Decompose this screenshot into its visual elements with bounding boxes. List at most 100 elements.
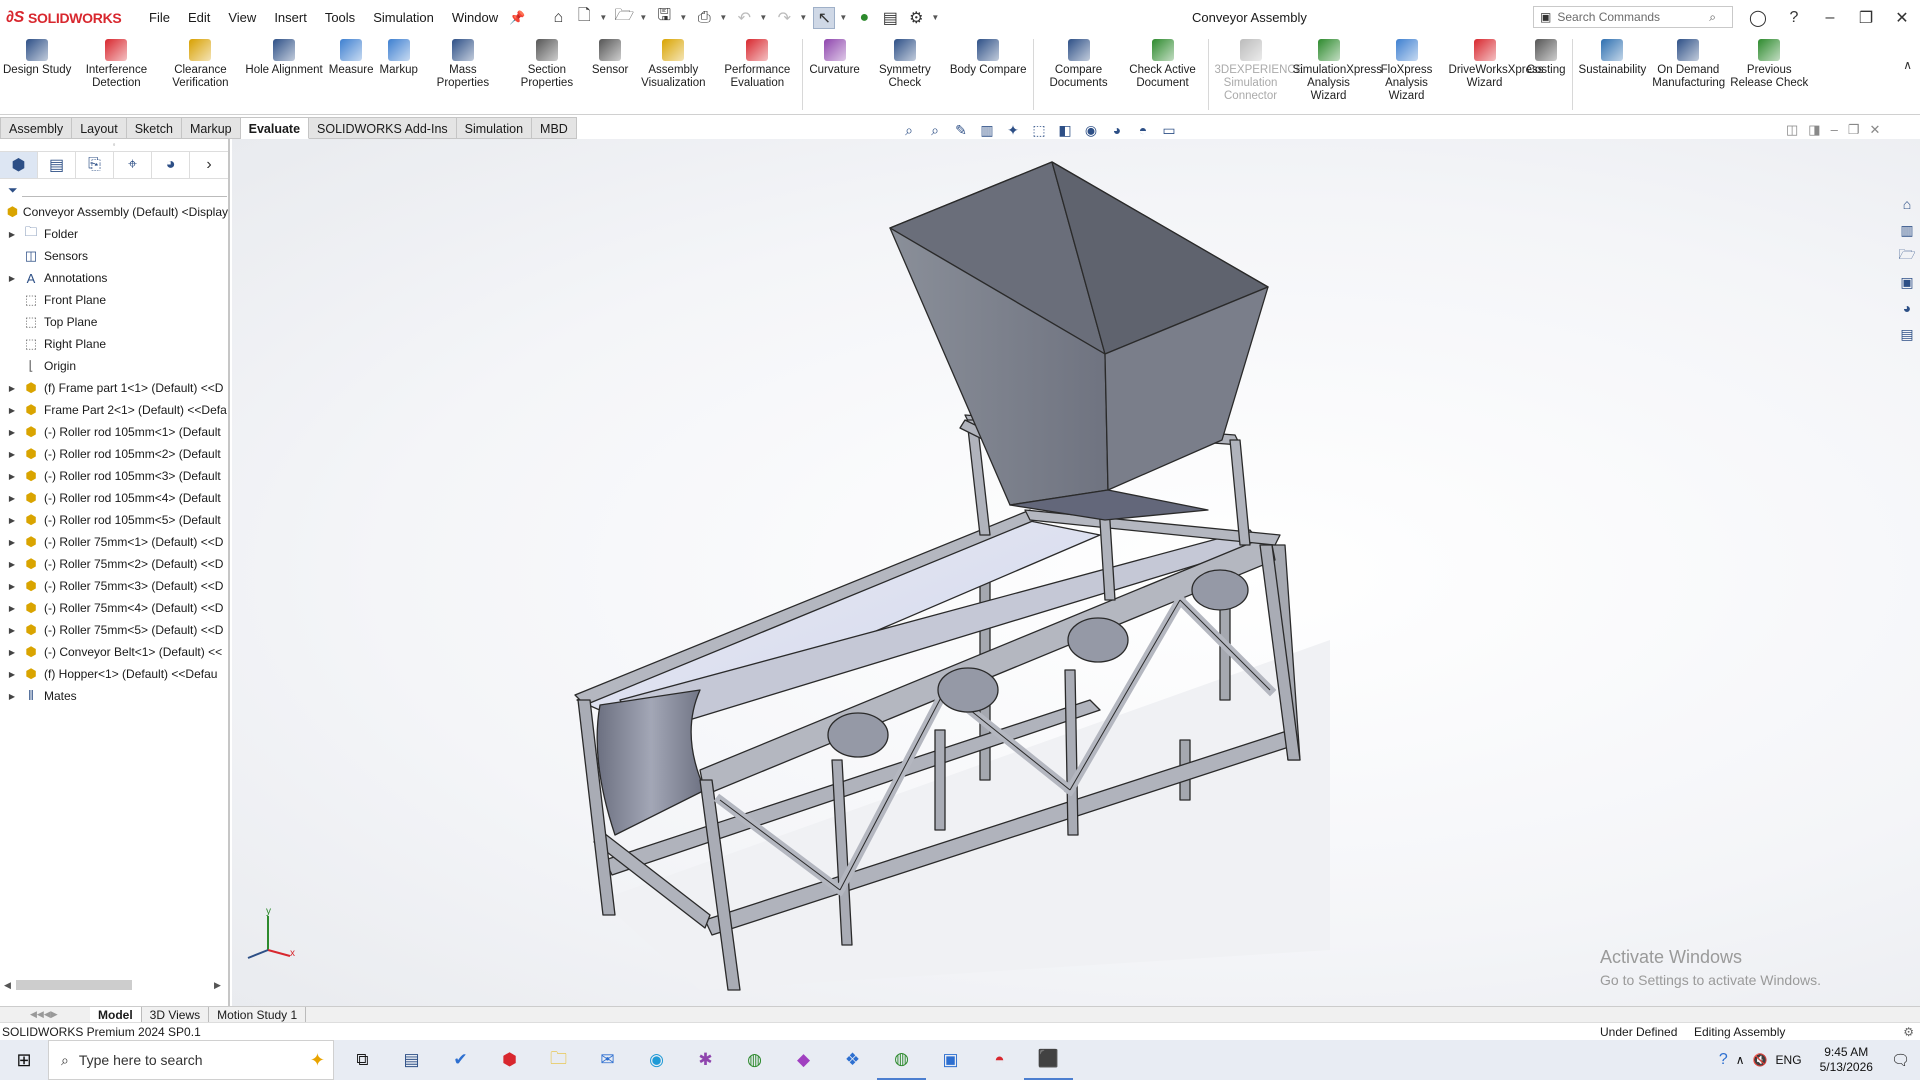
markup-button[interactable]: Markup xyxy=(377,35,421,114)
expand-arrow-icon[interactable]: ▶ xyxy=(6,428,18,437)
chrome-icon[interactable]: ◍ xyxy=(730,1040,779,1080)
hide-show-items-icon[interactable]: ◉ xyxy=(1080,120,1102,140)
restore-icon[interactable]: ❐ xyxy=(1848,8,1884,28)
outlook-icon[interactable]: ✉ xyxy=(583,1040,632,1080)
search-icon[interactable]: ⌕ xyxy=(1709,10,1716,25)
expand-arrow-icon[interactable]: ▶ xyxy=(6,516,18,525)
panel-grip[interactable]: ◦ xyxy=(0,139,228,151)
windows-start-icon[interactable]: ⊞ xyxy=(0,1040,48,1080)
expand-arrow-icon[interactable]: ▶ xyxy=(6,582,18,591)
select-cursor-icon[interactable]: ↖ xyxy=(813,6,836,29)
viewport-tile-icon[interactable]: ◫ xyxy=(1786,122,1798,138)
tab-evaluate[interactable]: Evaluate xyxy=(240,117,310,139)
tab-scroll-arrows[interactable]: ◀◀◀▶ xyxy=(0,1009,90,1020)
on-demand-manufacturing-button[interactable]: On Demand Manufacturing xyxy=(1649,35,1727,114)
options-gear-icon[interactable]: ⚙ xyxy=(905,7,927,29)
tab-markup[interactable]: Markup xyxy=(181,117,241,139)
bottom-tab-3d-views[interactable]: 3D Views xyxy=(142,1006,210,1023)
solidworks-resources-icon[interactable]: ⌂ xyxy=(1896,194,1918,214)
app-icon[interactable]: ◓ xyxy=(975,1040,1024,1080)
search-input[interactable]: Search Commands xyxy=(1557,10,1660,24)
user-icon[interactable]: ◯ xyxy=(1740,8,1776,28)
tree-item-sensors[interactable]: ◫ Sensors xyxy=(0,245,228,267)
appearances-icon[interactable]: ◕ xyxy=(1896,298,1918,318)
tree-item-origin[interactable]: ⌊ Origin xyxy=(0,355,228,377)
expand-arrow-icon[interactable]: ▶ xyxy=(6,384,18,393)
tree-item-conveyor-belt-1-default[interactable]: ▶ ⬢ (-) Conveyor Belt<1> (Default) << xyxy=(0,641,228,663)
expand-arrow-icon[interactable]: ▶ xyxy=(6,538,18,547)
tree-item-roller-75mm-5-default-d[interactable]: ▶ ⬢ (-) Roller 75mm<5> (Default) <<D xyxy=(0,619,228,641)
graphics-area[interactable] xyxy=(232,139,1920,1006)
clock[interactable]: 9:45 AM 5/13/2026 xyxy=(1810,1045,1883,1075)
tree-item-frame-part-2-1-default-defa[interactable]: ▶ ⬢ Frame Part 2<1> (Default) <<Defa xyxy=(0,399,228,421)
menu-file[interactable]: File xyxy=(140,0,179,35)
scrollbar-thumb[interactable] xyxy=(16,980,132,990)
chevron-down-icon[interactable]: ▼ xyxy=(679,13,689,22)
tree-item-top-plane[interactable]: ⬚ Top Plane xyxy=(0,311,228,333)
tree-item-roller-75mm-4-default-d[interactable]: ▶ ⬢ (-) Roller 75mm<4> (Default) <<D xyxy=(0,597,228,619)
tree-item-mates[interactable]: ▶ ⫴ Mates xyxy=(0,685,228,707)
previous-release-check-button[interactable]: Previous Release Check xyxy=(1727,35,1811,114)
rebuild-icon[interactable]: ● xyxy=(853,7,875,29)
check-active-document-button[interactable]: Check Active Document xyxy=(1121,35,1205,114)
tree-root-assembly[interactable]: ⬢ Conveyor Assembly (Default) <Display xyxy=(0,201,228,223)
tree-item-right-plane[interactable]: ⬚ Right Plane xyxy=(0,333,228,355)
menu-simulation[interactable]: Simulation xyxy=(364,0,443,35)
body-compare-button[interactable]: Body Compare xyxy=(947,35,1030,114)
driveworksxpress-wizard-button[interactable]: DriveWorksXpress Wizard xyxy=(1446,35,1544,114)
conveyor-assembly-model[interactable] xyxy=(232,139,1920,1006)
solidworks-logo[interactable]: ∂S SOLIDWORKS xyxy=(0,9,140,27)
configuration-manager-tab-icon[interactable]: ⎘ xyxy=(76,152,115,178)
menu-window[interactable]: Window xyxy=(443,0,507,35)
slack-icon[interactable]: ✱ xyxy=(681,1040,730,1080)
mass-properties-button[interactable]: Mass Properties xyxy=(421,35,505,114)
view-orientation-icon[interactable]: ⬚ xyxy=(1028,120,1050,140)
design-study-button[interactable]: Design Study xyxy=(0,35,74,114)
dynamic-annotation-icon[interactable]: ✦ xyxy=(1002,120,1024,140)
task-view-icon[interactable]: ⧉ xyxy=(338,1040,387,1080)
taskbar-search[interactable]: ⌕ Type here to search ✦ xyxy=(48,1040,334,1080)
app-icon[interactable]: ⬢ xyxy=(485,1040,534,1080)
3dexperience-simulation-connector-button[interactable]: 3DEXPERIENCE Simulation Connector xyxy=(1212,35,1303,114)
chevron-down-icon[interactable]: ▼ xyxy=(931,13,941,22)
solidworks-taskbar-icon[interactable]: ⬛ xyxy=(1024,1040,1073,1080)
tree-item-roller-rod-105mm-3-default[interactable]: ▶ ⬢ (-) Roller rod 105mm<3> (Default xyxy=(0,465,228,487)
undo-icon[interactable]: ↶ xyxy=(733,7,755,29)
tab-sketch[interactable]: Sketch xyxy=(126,117,182,139)
tree-item-annotations[interactable]: ▶ A Annotations xyxy=(0,267,228,289)
tree-horizontal-scrollbar[interactable]: ◀ ▶ xyxy=(0,978,228,992)
section-view-icon[interactable]: ▥ xyxy=(976,120,998,140)
help-icon[interactable]: ? xyxy=(1776,9,1812,27)
viewport-close-icon[interactable]: ✕ xyxy=(1869,122,1880,138)
chevron-down-icon[interactable]: ▼ xyxy=(599,13,609,22)
edge-icon[interactable]: ◉ xyxy=(632,1040,681,1080)
search-commands[interactable]: ▣ Search Commands ⌕ xyxy=(1533,6,1733,28)
expand-arrow-icon[interactable]: ▶ xyxy=(6,670,18,679)
simulationxpress-analysis-wizard-button[interactable]: SimulationXpress Analysis Wizard xyxy=(1290,35,1382,114)
menu-insert[interactable]: Insert xyxy=(265,0,316,35)
zoom-to-area-icon[interactable]: ⌕ xyxy=(924,120,946,140)
sensor-button[interactable]: Sensor xyxy=(589,35,631,114)
expand-arrow-icon[interactable]: ▶ xyxy=(6,626,18,635)
chevron-down-icon[interactable]: ▼ xyxy=(799,13,809,22)
bottom-tab-model[interactable]: Model xyxy=(90,1006,142,1023)
expand-arrow-icon[interactable]: ▶ xyxy=(6,274,18,283)
tree-filter[interactable]: ⏷ xyxy=(0,179,228,201)
menu-view[interactable]: View xyxy=(219,0,265,35)
floxpress-analysis-wizard-button[interactable]: FloXpress Analysis Wizard xyxy=(1368,35,1446,114)
expand-arrow-icon[interactable]: ▶ xyxy=(6,230,18,239)
print-icon[interactable]: ⎙ xyxy=(693,7,715,29)
close-icon[interactable]: ✕ xyxy=(1884,8,1920,28)
feature-tree-tab-icon[interactable]: ⬢ xyxy=(0,152,39,178)
measure-button[interactable]: Measure xyxy=(326,35,377,114)
scroll-right-icon[interactable]: ▶ xyxy=(214,980,221,991)
taskbar-search-input[interactable]: Type here to search xyxy=(79,1052,203,1068)
todo-icon[interactable]: ✔ xyxy=(436,1040,485,1080)
symmetry-check-button[interactable]: Symmetry Check xyxy=(863,35,947,114)
zoom-to-fit-icon[interactable]: ⌕ xyxy=(898,120,920,140)
expand-arrow-icon[interactable]: ▶ xyxy=(6,450,18,459)
language-indicator[interactable]: ENG xyxy=(1776,1053,1802,1067)
open-icon[interactable]: 🗁 xyxy=(613,7,635,29)
chevron-right-icon[interactable]: › xyxy=(190,152,228,178)
app-icon[interactable]: ◆ xyxy=(779,1040,828,1080)
